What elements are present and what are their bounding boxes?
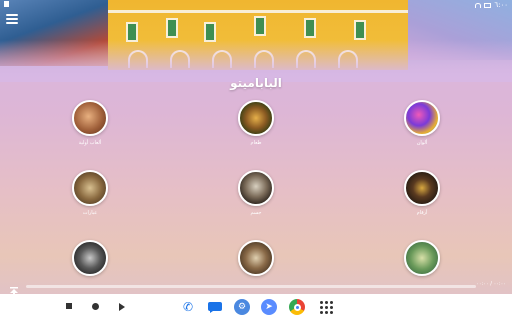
category-label: ألعاب أولية	[78, 140, 102, 146]
category-item[interactable]: طعام	[216, 100, 296, 160]
menu-icon	[6, 14, 18, 16]
figure-thumbnail	[238, 240, 274, 276]
status-right: ٦:٠٠	[475, 1, 508, 9]
status-time: ٦:٠٠	[494, 1, 508, 9]
chrome-icon[interactable]	[289, 299, 305, 315]
category-label: أرقام	[416, 210, 428, 216]
category-item[interactable]: جسم	[216, 170, 296, 230]
category-item[interactable]: أرقام	[382, 170, 462, 230]
navigation-bar: ✆ ⚙ ➤	[0, 294, 512, 320]
category-item[interactable]: ألعاب أولية	[50, 100, 130, 160]
window	[166, 18, 178, 38]
home-button[interactable]	[92, 303, 99, 310]
food-thumbnail	[238, 100, 274, 136]
category-label: جسم	[250, 210, 262, 216]
category-item[interactable]: عبارات	[50, 170, 130, 230]
back-button[interactable]	[119, 303, 125, 311]
skeleton-thumbnail	[238, 170, 274, 206]
window	[354, 20, 366, 40]
category-grid: ألوان طعام ألعاب أولية أرقام جسم عبارات	[0, 100, 512, 276]
audio-player: ٠٠:٠٠ / ٠٠:٠٠	[0, 280, 512, 296]
child-face-thumbnail	[72, 100, 108, 136]
category-item[interactable]: ألوان	[382, 100, 462, 160]
header-image	[0, 0, 512, 82]
window	[304, 18, 316, 38]
menu-button[interactable]	[6, 14, 18, 24]
window	[126, 22, 138, 42]
animal-thumbnail	[72, 240, 108, 276]
owl-figure-thumbnail	[72, 170, 108, 206]
messages-icon[interactable]	[207, 299, 223, 315]
assistant-icon[interactable]: ➤	[261, 299, 277, 315]
expand-up-icon[interactable]	[10, 281, 18, 296]
category-label: ألوان	[416, 140, 428, 146]
settings-icon[interactable]: ⚙	[234, 299, 250, 315]
progress-bar[interactable]	[26, 285, 476, 288]
wifi-icon	[475, 2, 482, 8]
player-time: ٠٠:٠٠ / ٠٠:٠٠	[476, 281, 506, 287]
phone-icon[interactable]: ✆	[180, 299, 196, 315]
roof-line	[108, 10, 408, 13]
recents-button[interactable]	[66, 303, 72, 309]
category-label: طعام	[250, 140, 262, 146]
status-bar: ٦:٠٠	[0, 0, 512, 10]
page-title: الباباميتو	[230, 76, 282, 90]
category-label: عبارات	[82, 210, 98, 216]
nature-thumbnail	[404, 240, 440, 276]
app-drawer-icon[interactable]	[320, 301, 333, 314]
window	[254, 16, 266, 36]
colorful-abstract-thumbnail	[404, 100, 440, 136]
window	[204, 22, 216, 42]
battery-icon	[484, 2, 492, 8]
status-notification-icon	[4, 1, 9, 9]
pattern-thumbnail	[404, 170, 440, 206]
